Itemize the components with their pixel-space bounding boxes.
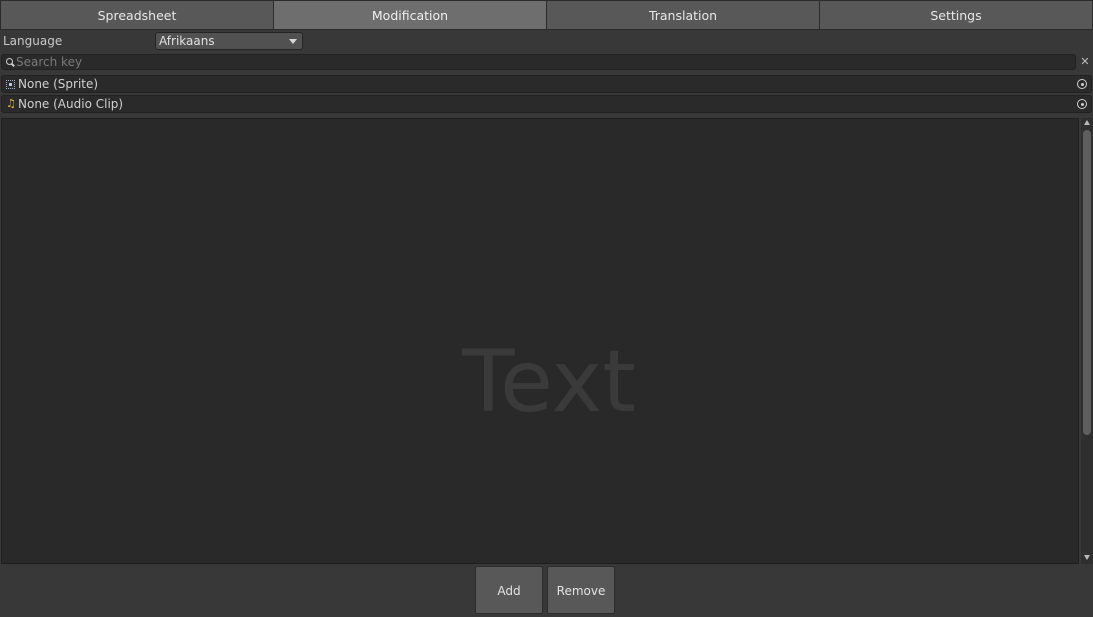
search-icon <box>6 58 13 65</box>
sprite-object-field[interactable]: None (Sprite) <box>1 75 1092 93</box>
tab-translation[interactable]: Translation <box>546 0 819 30</box>
language-dropdown[interactable]: Afrikaans <box>155 32 303 50</box>
language-selected-value: Afrikaans <box>159 34 215 48</box>
vertical-scrollbar[interactable] <box>1081 118 1093 564</box>
object-picker-icon[interactable] <box>1077 99 1087 109</box>
sprite-icon <box>6 80 15 89</box>
language-row: Language Afrikaans <box>0 32 1093 50</box>
tab-bar: Spreadsheet Modification Translation Set… <box>0 0 1093 30</box>
tab-settings[interactable]: Settings <box>819 0 1093 30</box>
search-bar <box>1 54 1076 70</box>
audio-field-label: None (Audio Clip) <box>18 97 124 111</box>
tab-spreadsheet[interactable]: Spreadsheet <box>0 0 273 30</box>
add-button[interactable]: Add <box>475 566 543 614</box>
search-input[interactable] <box>16 55 1066 69</box>
language-label: Language <box>3 34 63 48</box>
localization-editor-window: Spreadsheet Modification Translation Set… <box>0 0 1093 617</box>
remove-button[interactable]: Remove <box>547 566 615 614</box>
close-icon[interactable]: ✕ <box>1079 54 1091 70</box>
chevron-down-icon <box>289 39 297 44</box>
object-picker-icon[interactable] <box>1077 79 1087 89</box>
scroll-thumb[interactable] <box>1083 130 1091 435</box>
audio-clip-object-field[interactable]: ♫ None (Audio Clip) <box>1 95 1092 113</box>
scroll-down-arrow-icon[interactable] <box>1084 555 1090 560</box>
text-placeholder: Text <box>462 332 636 432</box>
text-editor-area[interactable]: Text <box>1 118 1079 564</box>
audio-clip-icon: ♫ <box>6 97 16 110</box>
scroll-up-arrow-icon[interactable] <box>1084 120 1090 125</box>
tab-modification[interactable]: Modification <box>273 0 546 30</box>
sprite-field-label: None (Sprite) <box>18 77 99 91</box>
